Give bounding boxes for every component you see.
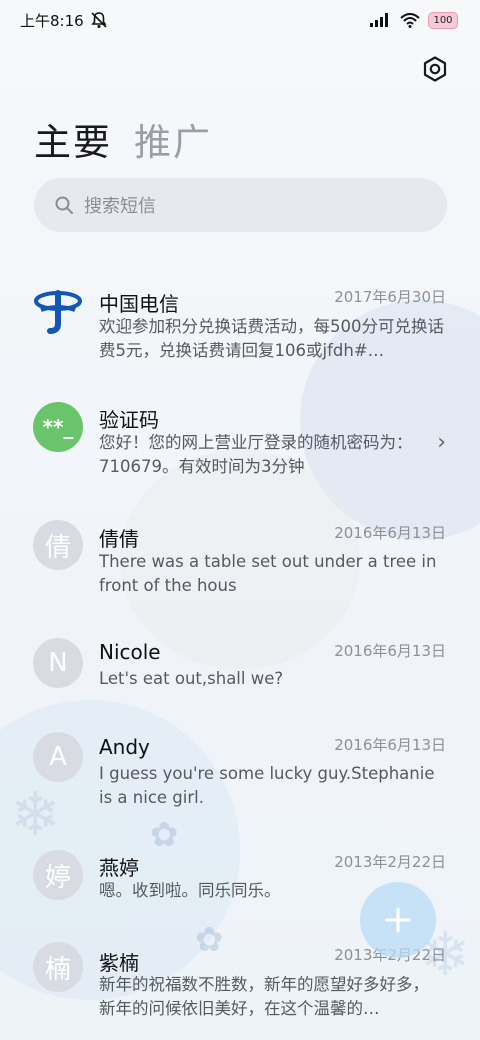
sender-name: Nicole bbox=[99, 640, 161, 664]
wifi-icon bbox=[400, 12, 420, 28]
avatar bbox=[33, 284, 83, 334]
avatar: A bbox=[33, 732, 83, 782]
signal-icon bbox=[370, 13, 388, 27]
status-time: 上午8:16 bbox=[20, 11, 84, 30]
message-preview: 您好！您的网上营业厅登录的随机密码为：710679。有效时间为3分钟 bbox=[99, 433, 413, 476]
message-date: 2017年6月30日 bbox=[334, 288, 446, 306]
message-preview: Let's eat out,shall we? bbox=[99, 669, 284, 688]
sender-name: 验证码 bbox=[99, 408, 159, 432]
message-preview: I guess you're some lucky guy.Stephanie … bbox=[99, 764, 435, 807]
settings-button[interactable] bbox=[420, 54, 450, 84]
sender-name: 燕婷 bbox=[99, 856, 139, 880]
tab-bar: 主要 推广 bbox=[34, 112, 212, 166]
gear-icon bbox=[423, 56, 447, 82]
message-date: 2016年6月13日 bbox=[334, 524, 446, 542]
message-preview: There was a table set out under a tree i… bbox=[99, 552, 437, 595]
message-date: 2013年2月22日 bbox=[334, 853, 446, 871]
plus-icon bbox=[385, 907, 411, 933]
avatar: 倩 bbox=[33, 520, 83, 570]
message-date: 2016年6月13日 bbox=[334, 642, 446, 660]
sender-name: 倩倩 bbox=[99, 527, 139, 551]
message-preview: 欢迎参加积分兑换话费活动，每500分可兑换话费5元，兑换话费请回复106或jfd… bbox=[99, 317, 444, 360]
chevron-right-icon: › bbox=[437, 430, 446, 455]
tab-primary[interactable]: 主要 bbox=[34, 112, 112, 166]
avatar: N bbox=[33, 638, 83, 688]
china-telecom-logo-icon bbox=[34, 290, 82, 334]
search-icon bbox=[55, 196, 73, 214]
compose-button[interactable] bbox=[360, 882, 436, 958]
mute-icon bbox=[91, 12, 107, 28]
search-placeholder: 搜索短信 bbox=[84, 196, 156, 217]
status-bar: 上午8:16 100 bbox=[0, 0, 480, 40]
battery-indicator: 100 bbox=[428, 11, 458, 29]
message-date: 2016年6月13日 bbox=[334, 736, 446, 754]
battery-level: 100 bbox=[433, 14, 453, 26]
sender-name: Andy bbox=[99, 735, 150, 759]
sender-name: 紫楠 bbox=[99, 951, 139, 975]
avatar: 楠 bbox=[33, 942, 83, 992]
tab-promotions[interactable]: 推广 bbox=[134, 112, 212, 166]
search-bar[interactable]: 搜索短信 bbox=[34, 178, 447, 232]
message-preview: 新年的祝福数不胜数，新年的愿望好多好多，新年的问候依旧美好，在这个温馨的… bbox=[99, 975, 429, 1018]
avatar: **_ bbox=[33, 402, 83, 452]
avatar: 婷 bbox=[33, 850, 83, 900]
sender-name: 中国电信 bbox=[99, 292, 179, 316]
